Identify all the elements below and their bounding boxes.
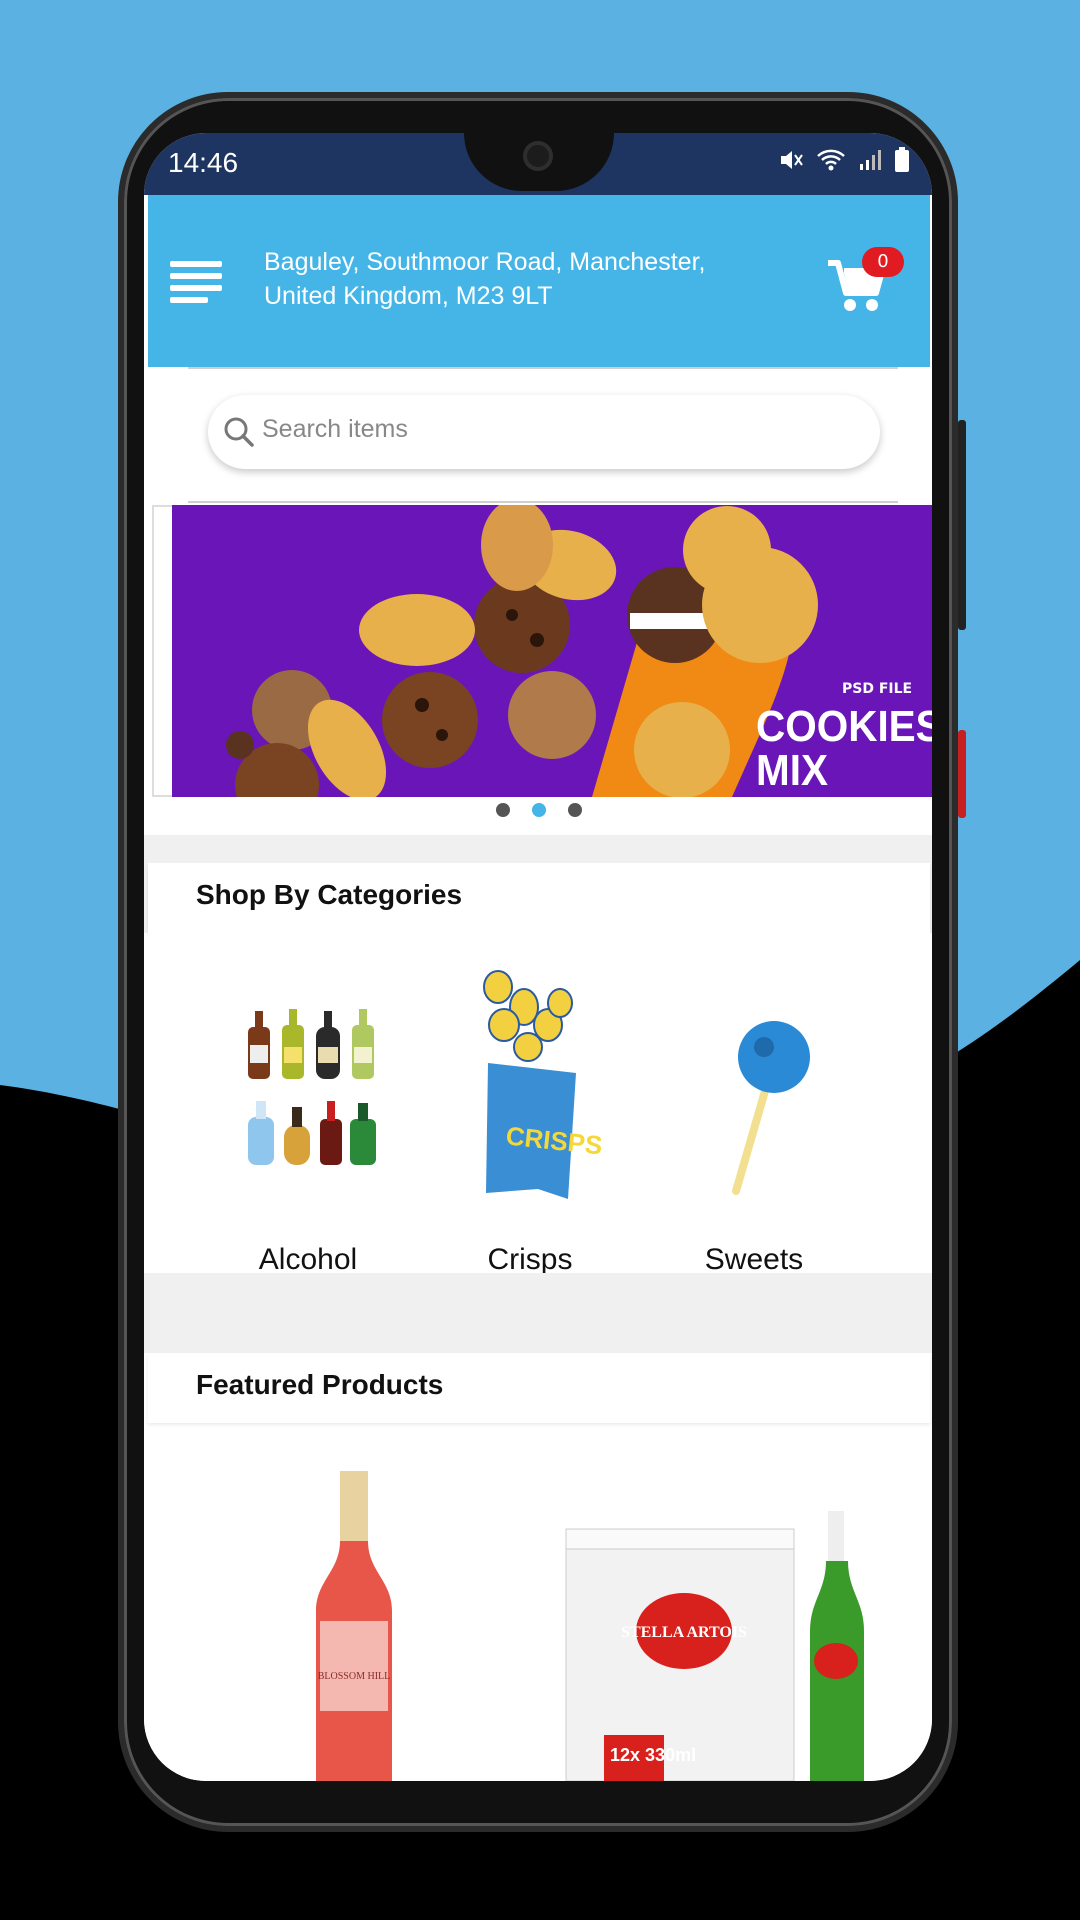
banner-title-line1: COOKIES — [756, 702, 932, 751]
pack-size-label: 12x 330ml — [610, 1745, 696, 1765]
category-label: Sweets — [704, 1243, 804, 1276]
banner-brand: PSD FILE — [842, 681, 913, 697]
beer-label: STELLA ARTOIS — [621, 1624, 747, 1641]
search-section: Search items — [148, 367, 930, 503]
featured-products: BLOSSOM HILL STELLA ARTOIS 12x 330ml — [144, 1431, 932, 1781]
cookies-banner-image[interactable]: PSD FILE COOKIES MIX — [172, 505, 932, 797]
status-time: 14:46 — [168, 147, 239, 178]
section-spacer — [144, 1273, 932, 1353]
category-crisps[interactable]: CRISPS Crisps — [420, 933, 640, 1276]
phone-volume-button — [958, 420, 966, 630]
category-label: Alcohol — [258, 1243, 358, 1276]
signal-icon — [858, 148, 882, 178]
banner-title-line2: MIX — [756, 746, 828, 795]
app-header: Baguley, Southmoor Road, Manchester, Uni… — [148, 195, 930, 367]
battery-icon — [894, 147, 910, 179]
crisps-bag-icon: CRISPS — [420, 967, 640, 1207]
app-screen: 14:46 Baguley, Southmoor Road, Mancheste… — [144, 133, 932, 1781]
divider — [188, 367, 898, 369]
category-sweets[interactable]: Sweets — [644, 933, 864, 1276]
featured-header: Featured Products — [148, 1353, 930, 1423]
categories-header: Shop By Categories — [148, 863, 930, 933]
search-icon — [222, 415, 256, 449]
wifi-icon — [816, 147, 846, 179]
category-label: Crisps — [487, 1243, 573, 1276]
mute-icon — [778, 147, 804, 179]
carousel-indicators — [496, 803, 582, 817]
search-placeholder: Search items — [262, 415, 408, 443]
camera-icon — [523, 141, 553, 171]
lollipop-icon — [644, 967, 864, 1207]
product-card-stella-artois[interactable]: STELLA ARTOIS 12x 330ml — [564, 1511, 884, 1781]
carousel-dot[interactable] — [496, 803, 510, 817]
status-bar: 14:46 — [144, 133, 932, 195]
carousel-dot-active[interactable] — [532, 803, 546, 817]
wine-label: BLOSSOM HILL — [318, 1671, 391, 1682]
search-input[interactable]: Search items — [208, 395, 880, 469]
delivery-address[interactable]: Baguley, Southmoor Road, Manchester, Uni… — [264, 245, 784, 313]
phone-power-button — [958, 730, 966, 818]
menu-icon[interactable] — [170, 261, 222, 303]
section-title: Featured Products — [196, 1369, 444, 1400]
previous-slide-peek — [152, 505, 172, 797]
status-icons — [778, 147, 910, 179]
cart-count-badge: 0 — [862, 247, 904, 277]
product-card-rose-wine[interactable]: BLOSSOM HILL — [294, 1471, 414, 1781]
promo-banner-carousel[interactable]: PSD FILE COOKIES MIX — [144, 501, 932, 801]
category-alcohol[interactable]: Alcohol — [198, 933, 418, 1276]
carousel-dot[interactable] — [568, 803, 582, 817]
alcohol-bottles-icon — [198, 967, 418, 1207]
category-list: Alcohol CRISPS Crisps Sweets — [144, 933, 932, 1276]
banner-title: COOKIES MIX — [756, 705, 932, 793]
section-title: Shop By Categories — [196, 879, 463, 910]
